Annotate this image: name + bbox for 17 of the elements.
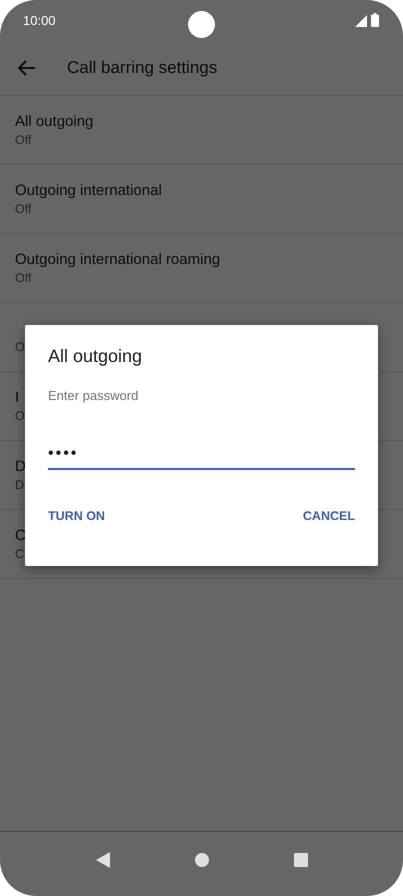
password-field[interactable]: •••• bbox=[48, 445, 355, 470]
settings-item[interactable]: Outgoing international roaming Off bbox=[0, 234, 403, 303]
recents-icon[interactable] bbox=[294, 853, 308, 867]
back-arrow-icon[interactable] bbox=[18, 60, 36, 76]
screen-title: Call barring settings bbox=[67, 58, 218, 78]
camera-cutout bbox=[188, 11, 215, 38]
dialog-message: Enter password bbox=[48, 388, 140, 403]
status-time: 10:00 bbox=[23, 12, 56, 28]
battery-icon bbox=[371, 13, 379, 27]
dialog-title: All outgoing bbox=[48, 346, 144, 367]
back-icon[interactable] bbox=[96, 852, 110, 868]
signal-icon bbox=[355, 15, 367, 27]
home-icon[interactable] bbox=[194, 853, 208, 867]
settings-item[interactable]: Outgoing international Off bbox=[0, 165, 403, 234]
dialog-button[interactable]: TURN ON bbox=[48, 505, 105, 527]
settings-item[interactable]: All outgoing Off bbox=[0, 96, 403, 165]
dialog-button[interactable]: CANCEL bbox=[302, 505, 355, 527]
